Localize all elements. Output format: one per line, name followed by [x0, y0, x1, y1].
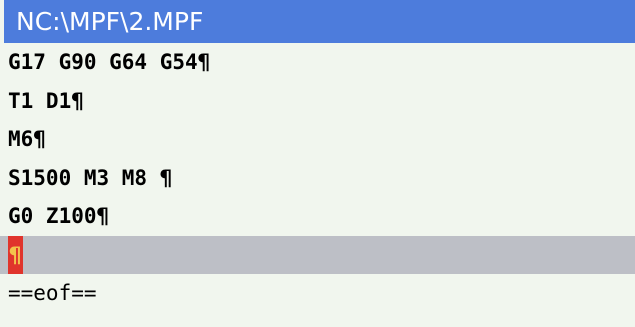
current-line-highlight[interactable]: ¶: [0, 235, 635, 274]
program-line-2[interactable]: T1 D1¶: [0, 82, 635, 121]
program-line-4[interactable]: S1500 M3 M8 ¶: [0, 159, 635, 198]
program-line-5[interactable]: G0 Z100¶: [0, 197, 635, 236]
text-cursor: ¶: [8, 235, 23, 274]
end-of-file-marker: ==eof==: [8, 281, 97, 305]
program-line-3[interactable]: M6¶: [0, 120, 635, 159]
file-path-title: NC:\MPF\2.MPF: [4, 0, 635, 43]
program-line-1[interactable]: G17 G90 G64 G54¶: [0, 43, 635, 82]
program-text-area[interactable]: G17 G90 G64 G54¶ T1 D1¶ M6¶ S1500 M3 M8 …: [0, 43, 635, 327]
nc-program-editor: NC:\MPF\2.MPF G17 G90 G64 G54¶ T1 D1¶ M6…: [0, 0, 635, 327]
